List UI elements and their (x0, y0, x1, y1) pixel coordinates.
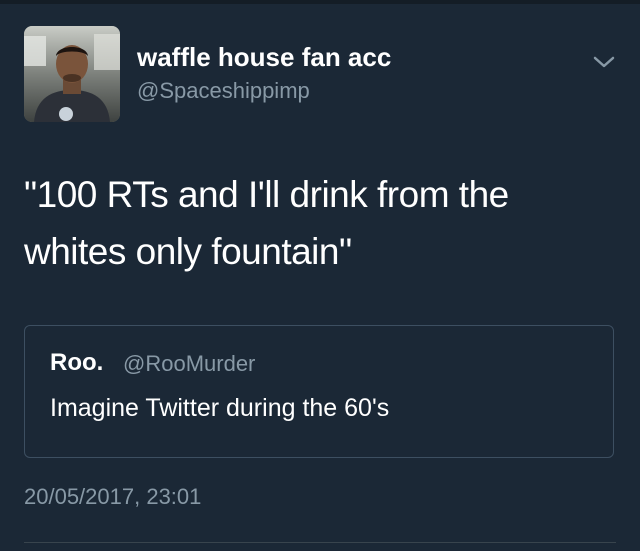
quoted-tweet-text: Imagine Twitter during the 60's (50, 394, 390, 422)
tweet-text: "100 RTs and I'll drink from the whites … (24, 166, 614, 280)
tweet-text-line-1: "100 RTs and I'll drink from the (24, 174, 509, 215)
chevron-down-icon (593, 56, 615, 68)
author-display-name[interactable]: waffle house fan acc (137, 42, 391, 73)
user-avatar-photo-icon (24, 26, 120, 122)
bottom-divider (24, 542, 616, 543)
quoted-author-name: Roo. (50, 349, 104, 376)
quoted-tweet-card[interactable]: Roo. @RooMurder Imagine Twitter during t… (24, 325, 614, 458)
tweet-timestamp[interactable]: 20/05/2017, 23:01 (24, 484, 201, 510)
tweet-menu-button[interactable] (590, 52, 618, 72)
author-avatar[interactable] (24, 26, 120, 122)
tweet: waffle house fan acc @Spaceshippimp "100… (0, 0, 640, 551)
author-handle[interactable]: @Spaceshippimp (137, 78, 310, 104)
tweet-text-line-2: whites only fountain" (24, 231, 352, 272)
quoted-author-handle: @RooMurder (123, 351, 256, 376)
